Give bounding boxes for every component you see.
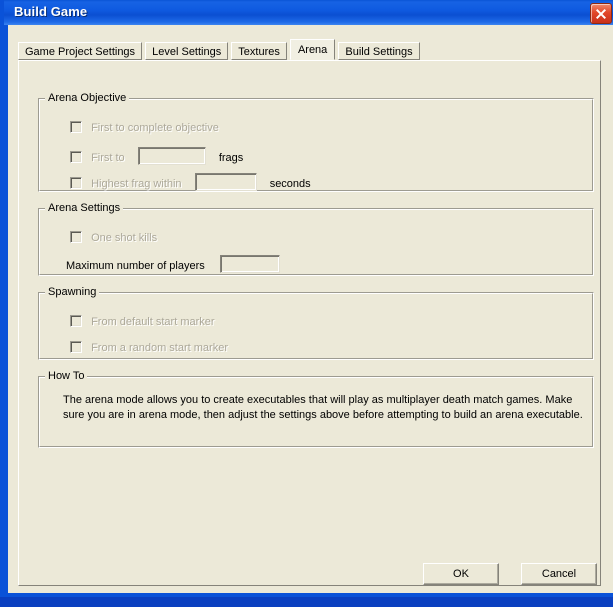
tab-arena[interactable]: Arena [289,39,336,60]
group-arena-objective: Arena Objective First to complete object… [38,92,594,192]
group-how-to: How To The arena mode allows you to crea… [38,370,594,448]
group-how-to-label: How To [45,370,88,382]
window-title: Build Game [14,4,88,19]
frags-unit-label: frags [218,152,244,164]
checkbox-row-one-shot-kills[interactable]: One shot kills [70,231,157,245]
frags-input[interactable] [137,147,206,165]
checkbox-first-to-complete-objective[interactable] [70,121,82,133]
checkbox-row-first-to-frags[interactable]: First to frags [70,147,243,165]
checkbox-label-first-to-complete-objective: First to complete objective [91,122,219,134]
checkbox-label-one-shot-kills: One shot kills [91,232,158,244]
checkbox-label-highest-frag-within: Highest frag within [91,178,182,190]
desktop-background [0,597,613,607]
checkbox-one-shot-kills[interactable] [70,231,82,243]
max-players-row: Maximum number of players [66,255,280,273]
checkbox-label-first-to: First to [91,152,125,164]
tab-level-settings[interactable]: Level Settings [145,42,229,60]
group-spawning-label: Spawning [45,286,100,298]
checkbox-row-from-default-start-marker[interactable]: From default start marker [70,315,215,329]
seconds-input[interactable] [194,173,257,191]
how-to-body-text: The arena mode allows you to create exec… [63,394,583,421]
checkbox-highest-frag-within[interactable] [70,177,82,189]
tab-build-settings[interactable]: Build Settings [338,42,420,60]
group-arena-objective-label: Arena Objective [45,92,130,104]
max-players-input[interactable] [219,255,280,273]
cancel-button[interactable]: Cancel [521,563,597,585]
close-icon[interactable] [590,3,612,24]
checkbox-label-from-random-start-marker: From a random start marker [91,342,228,354]
checkbox-row-from-random-start-marker[interactable]: From a random start marker [70,341,228,355]
checkbox-from-random-start-marker[interactable] [70,341,82,353]
build-game-dialog: Build Game Game Project Settings Level S… [0,0,613,597]
tab-panel-arena: Arena Objective First to complete object… [18,60,601,586]
group-spawning: Spawning From default start marker From … [38,286,594,360]
group-arena-settings: Arena Settings One shot kills Maximum nu… [38,202,594,276]
seconds-unit-label: seconds [269,178,311,190]
checkbox-row-highest-frag-within[interactable]: Highest frag within seconds [70,173,311,191]
checkbox-first-to-frags[interactable] [70,151,82,163]
max-players-label: Maximum number of players [66,260,205,272]
title-bar[interactable]: Build Game [4,0,613,25]
group-arena-settings-label: Arena Settings [45,202,124,214]
dialog-client-area: Game Project Settings Level Settings Tex… [8,25,613,593]
checkbox-label-from-default-start-marker: From default start marker [91,316,215,328]
tab-textures[interactable]: Textures [231,42,287,60]
ok-button[interactable]: OK [423,563,499,585]
checkbox-row-first-to-complete-objective[interactable]: First to complete objective [70,121,219,135]
checkbox-from-default-start-marker[interactable] [70,315,82,327]
tab-strip: Game Project Settings Level Settings Tex… [18,39,420,61]
tab-game-project-settings[interactable]: Game Project Settings [18,42,143,60]
